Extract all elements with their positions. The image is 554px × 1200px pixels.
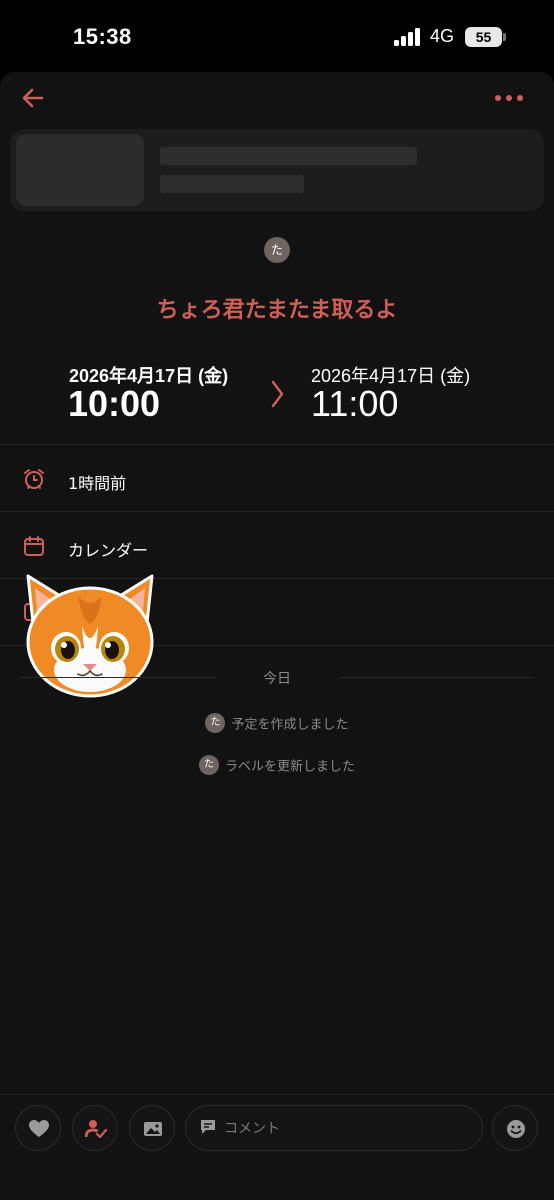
calendar-icon bbox=[22, 534, 46, 558]
add-image-button[interactable] bbox=[129, 1105, 175, 1151]
preview-subtitle-placeholder bbox=[160, 175, 304, 193]
section-label-today: 今日 bbox=[263, 671, 291, 687]
preview-thumbnail bbox=[16, 134, 144, 206]
activity-item: たラベルを更新しました bbox=[0, 755, 554, 775]
divider bbox=[0, 444, 554, 445]
emoji-button[interactable] bbox=[492, 1105, 538, 1151]
divider bbox=[0, 511, 554, 512]
activity-text: 予定を作成しました bbox=[231, 717, 349, 733]
event-title: ちょろ君たまたま取るよ bbox=[156, 298, 398, 323]
alarm-clock-icon bbox=[22, 467, 46, 491]
emoji-icon bbox=[507, 1120, 525, 1138]
ellipsis-icon bbox=[495, 95, 523, 101]
avatar: た bbox=[198, 755, 219, 775]
battery-icon: 55 bbox=[465, 27, 502, 47]
network-type: 4G bbox=[430, 26, 455, 46]
attend-button[interactable] bbox=[72, 1105, 118, 1151]
arrow-left-icon bbox=[22, 88, 44, 108]
signal-icon bbox=[394, 28, 422, 46]
activity-item: た予定を作成しました bbox=[0, 713, 554, 733]
speech-bubble-icon bbox=[199, 1118, 217, 1136]
end-time[interactable]: 11:00 bbox=[311, 383, 398, 425]
back-button[interactable] bbox=[20, 86, 48, 110]
like-button[interactable] bbox=[15, 1105, 61, 1151]
activity-text: ラベルを更新しました bbox=[224, 759, 355, 775]
person-check-icon bbox=[85, 1120, 107, 1139]
comment-placeholder: コメント bbox=[224, 1121, 280, 1137]
creator-avatar[interactable]: た bbox=[264, 237, 290, 263]
battery-tip bbox=[503, 33, 506, 41]
calendar-row[interactable]: カレンダー bbox=[68, 537, 148, 561]
reminder-row[interactable]: 1時間前 bbox=[68, 470, 126, 494]
start-time[interactable]: 10:00 bbox=[68, 383, 160, 425]
image-icon bbox=[144, 1122, 162, 1136]
heart-icon bbox=[29, 1120, 49, 1137]
status-time: 15:38 bbox=[73, 24, 132, 49]
more-button[interactable] bbox=[494, 90, 524, 104]
status-bar: 15:38 4G 55 bbox=[0, 0, 554, 72]
chevron-right-icon bbox=[268, 378, 286, 410]
avatar: た bbox=[205, 713, 226, 733]
preview-title-placeholder bbox=[160, 147, 417, 165]
